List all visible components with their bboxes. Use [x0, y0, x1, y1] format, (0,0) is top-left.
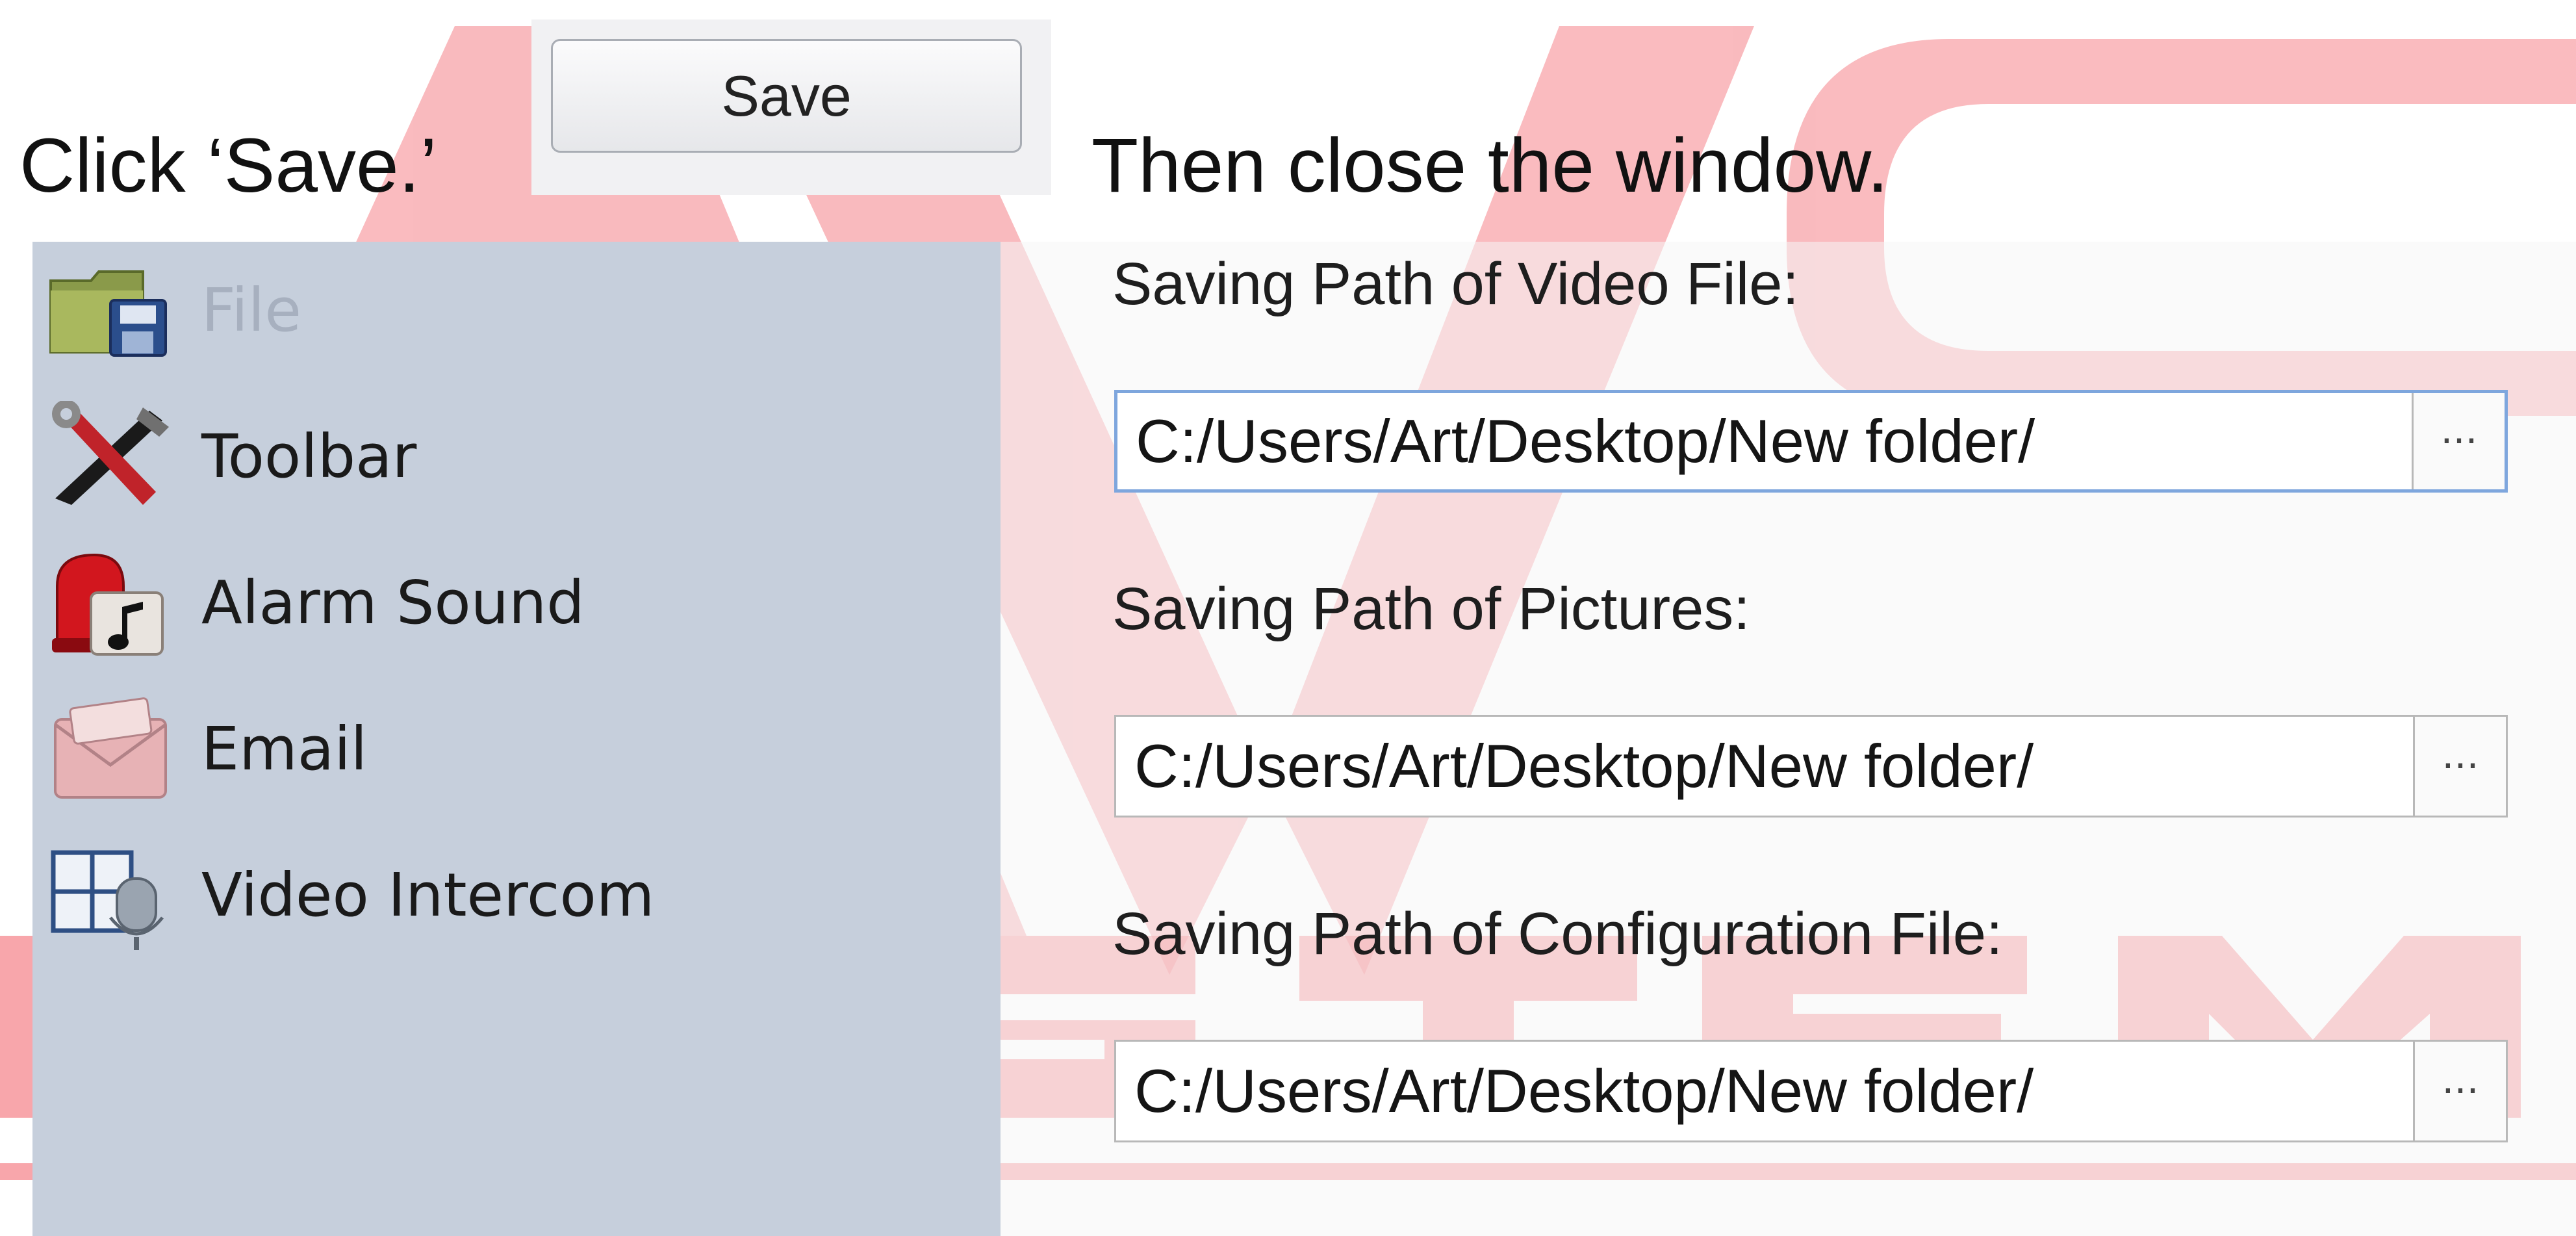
alarm-sound-icon — [52, 553, 164, 656]
pictures-path-label: Saving Path of Pictures: — [1112, 576, 1750, 642]
sidebar-item-email[interactable]: Email — [45, 693, 955, 804]
pictures-path-field: C:/Users/Art/Desktop/New folder/ ··· — [1114, 715, 2508, 818]
pictures-path-browse-button[interactable]: ··· — [2413, 717, 2506, 816]
sidebar-item-alarm-sound[interactable]: Alarm Sound — [45, 547, 955, 658]
email-icon — [54, 697, 167, 799]
config-path-label: Saving Path of Configuration File: — [1112, 901, 2003, 967]
sidebar-item-toolbar[interactable]: Toolbar — [45, 401, 955, 511]
save-button-area: Save — [531, 19, 1051, 195]
video-intercom-icon — [51, 850, 164, 950]
video-path-browse-button[interactable]: ··· — [2412, 393, 2505, 489]
pictures-path-input[interactable]: C:/Users/Art/Desktop/New folder/ — [1116, 717, 2413, 816]
sidebar-item-label: Alarm Sound — [201, 567, 585, 637]
sidebar-item-label: File — [201, 275, 301, 345]
folder-save-icon — [49, 270, 167, 357]
instruction-step-2: Then close the window. — [1091, 123, 1889, 209]
tools-icon — [52, 401, 169, 505]
video-path-label: Saving Path of Video File: — [1112, 251, 1799, 317]
sidebar-item-label: Toolbar — [201, 421, 417, 491]
video-path-input[interactable]: C:/Users/Art/Desktop/New folder/ — [1117, 393, 2412, 489]
save-button[interactable]: Save — [551, 39, 1022, 153]
config-path-field: C:/Users/Art/Desktop/New folder/ ··· — [1114, 1040, 2508, 1142]
config-path-input[interactable]: C:/Users/Art/Desktop/New folder/ — [1116, 1042, 2413, 1140]
sidebar-item-file[interactable]: File — [45, 255, 955, 365]
sidebar-item-label: Video Intercom — [201, 860, 655, 930]
sidebar-item-video-intercom[interactable]: Video Intercom — [45, 840, 955, 950]
sidebar-item-label: Email — [201, 714, 368, 784]
instruction-step-1: Click ‘Save.’ — [19, 123, 437, 209]
video-path-field: C:/Users/Art/Desktop/New folder/ ··· — [1114, 390, 2508, 493]
config-path-browse-button[interactable]: ··· — [2413, 1042, 2506, 1140]
